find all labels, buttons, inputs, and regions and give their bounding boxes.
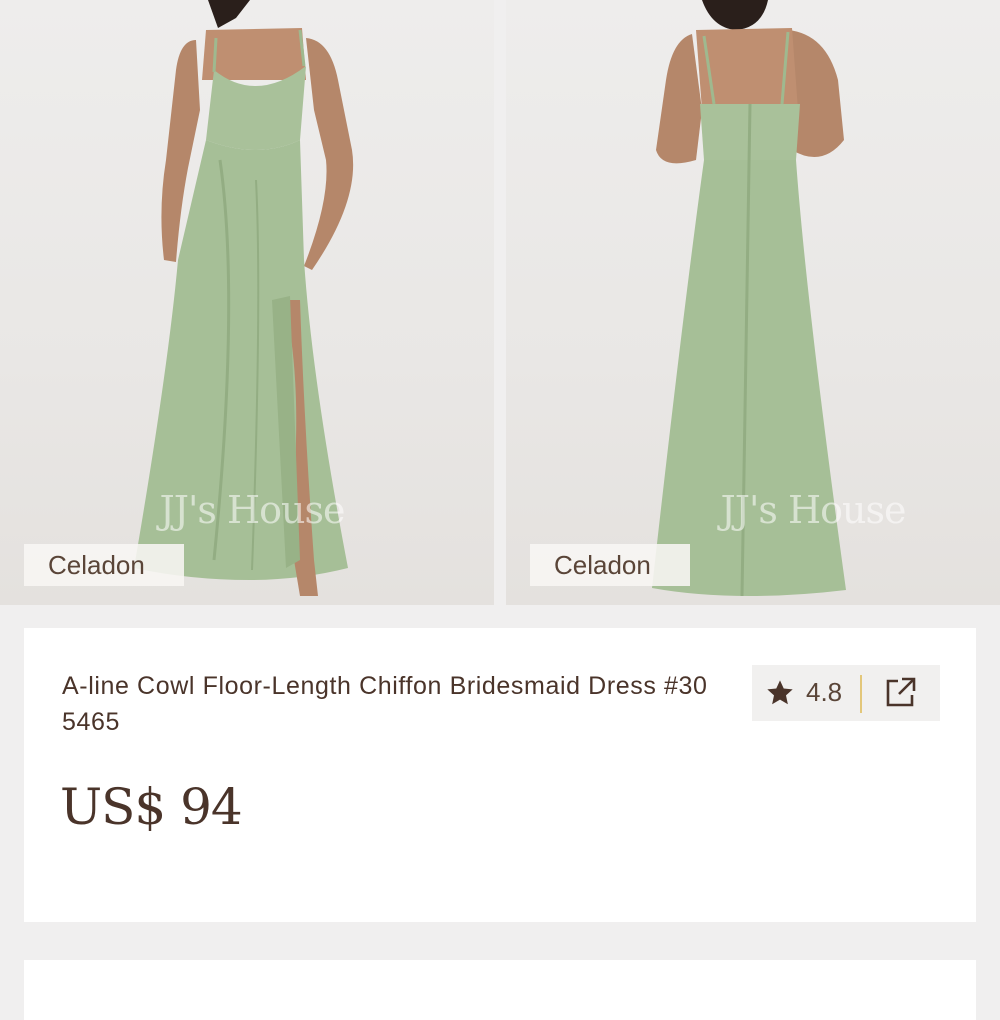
rating-value: 4.8 (806, 677, 843, 707)
rating-share-box: 4.8 (752, 665, 940, 721)
brand-watermark: JJ's House (159, 488, 346, 532)
product-gallery: JJ's House Celadon JJ's House Celadon (0, 0, 1000, 605)
share-external-icon[interactable] (882, 675, 918, 711)
product-image-back[interactable]: JJ's House Celadon (506, 0, 1000, 605)
divider (860, 675, 862, 713)
product-info-card: A-line Cowl Floor-Length Chiffon Bridesm… (24, 628, 976, 922)
star-icon (767, 680, 793, 705)
color-label-tag: Celadon (530, 544, 690, 586)
brand-watermark: JJ's House (720, 488, 907, 532)
color-label-tag: Celadon (24, 544, 184, 586)
product-image-front[interactable]: JJ's House Celadon (0, 0, 494, 605)
product-title: A-line Cowl Floor-Length Chiffon Bridesm… (62, 672, 708, 736)
product-price: US$ 94 (60, 778, 243, 836)
next-section-card (24, 960, 976, 1020)
